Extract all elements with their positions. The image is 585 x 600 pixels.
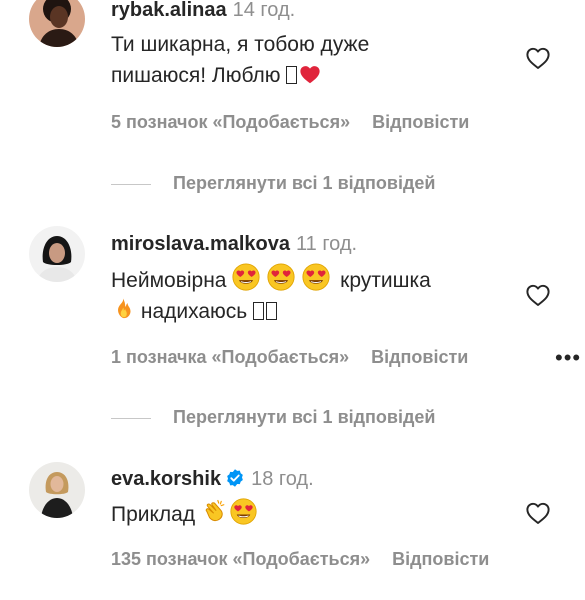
missing-glyph-box xyxy=(286,66,298,84)
comment-text: Неймовірна крутишка надихаюсь xyxy=(111,263,501,327)
comment-text-fragment: Приклад xyxy=(111,503,196,526)
heart-eyes-emoji xyxy=(230,498,257,525)
timestamp[interactable]: 14 год. xyxy=(233,0,296,21)
comment-text-line: Ти шикарна, я тобою дуже xyxy=(111,33,370,56)
like-heart-icon[interactable] xyxy=(524,45,552,71)
avatar[interactable] xyxy=(29,226,85,282)
like-heart-icon[interactable] xyxy=(524,282,552,308)
heart-eyes-emoji xyxy=(232,263,260,291)
clapping-hands-emoji xyxy=(201,498,228,525)
timestamp[interactable]: 11 год. xyxy=(296,233,357,255)
likes-count[interactable]: 1 позначка «Подобається» xyxy=(111,347,349,367)
username[interactable]: rybak.alinaa xyxy=(111,0,227,21)
comment-meta: 135 позначок «Подобається» Відповісти xyxy=(111,548,489,570)
comment-header: rybak.alinaa 14 год. xyxy=(111,0,295,22)
missing-glyph-box xyxy=(266,302,278,320)
view-replies-button[interactable]: Переглянути всі 1 відповідей xyxy=(111,172,436,194)
heart-eyes-emoji xyxy=(302,263,330,291)
comment-text-line: надихаюсь xyxy=(111,296,501,327)
like-heart-icon[interactable] xyxy=(524,500,552,526)
likes-count[interactable]: 135 позначок «Подобається» xyxy=(111,549,370,569)
reply-button[interactable]: Відповісти xyxy=(372,112,469,132)
comment-text: Приклад xyxy=(111,498,501,530)
avatar[interactable] xyxy=(29,462,85,518)
comment-text-fragment: надихаюсь xyxy=(140,300,248,323)
comment-meta: 5 позначок «Подобається» Відповісти xyxy=(111,111,469,133)
reply-button[interactable]: Відповісти xyxy=(392,549,489,569)
red-heart-emoji xyxy=(299,64,321,86)
avatar[interactable] xyxy=(29,0,85,47)
view-replies-button[interactable]: Переглянути всі 1 відповідей xyxy=(111,406,436,428)
comment-text: Ти шикарна, я тобою дуже пишаюся! Люблю xyxy=(111,29,501,91)
view-replies-label: Переглянути всі 1 відповідей xyxy=(173,173,436,193)
timestamp[interactable]: 18 год. xyxy=(251,468,314,490)
comment-meta: 1 позначка «Подобається» Відповісти xyxy=(111,346,468,368)
more-options-icon[interactable]: ••• xyxy=(555,347,581,369)
divider xyxy=(111,183,151,185)
comment-text-line: пишаюся! Люблю xyxy=(111,60,501,91)
comment-text-fragment: крутишка xyxy=(340,269,431,292)
view-replies-label: Переглянути всі 1 відповідей xyxy=(173,407,436,427)
comment-text-line: Неймовірна крутишка xyxy=(111,263,501,296)
divider xyxy=(111,417,151,419)
comment-header: miroslava.malkova 11 год. xyxy=(111,232,357,256)
comment-text-fragment: Неймовірна xyxy=(111,269,227,292)
heart-eyes-emoji xyxy=(267,263,295,291)
username[interactable]: miroslava.malkova xyxy=(111,233,290,255)
fire-emoji xyxy=(111,296,135,322)
username[interactable]: eva.korshik xyxy=(111,468,221,490)
comment-text-fragment: пишаюся! Люблю xyxy=(111,64,281,87)
missing-glyph-box xyxy=(253,302,265,320)
comment-header: eva.korshik 18 год. xyxy=(111,467,314,491)
likes-count[interactable]: 5 позначок «Подобається» xyxy=(111,112,350,132)
comment-text-line: Приклад xyxy=(111,498,501,530)
reply-button[interactable]: Відповісти xyxy=(371,347,468,367)
verified-badge-icon xyxy=(227,469,243,487)
